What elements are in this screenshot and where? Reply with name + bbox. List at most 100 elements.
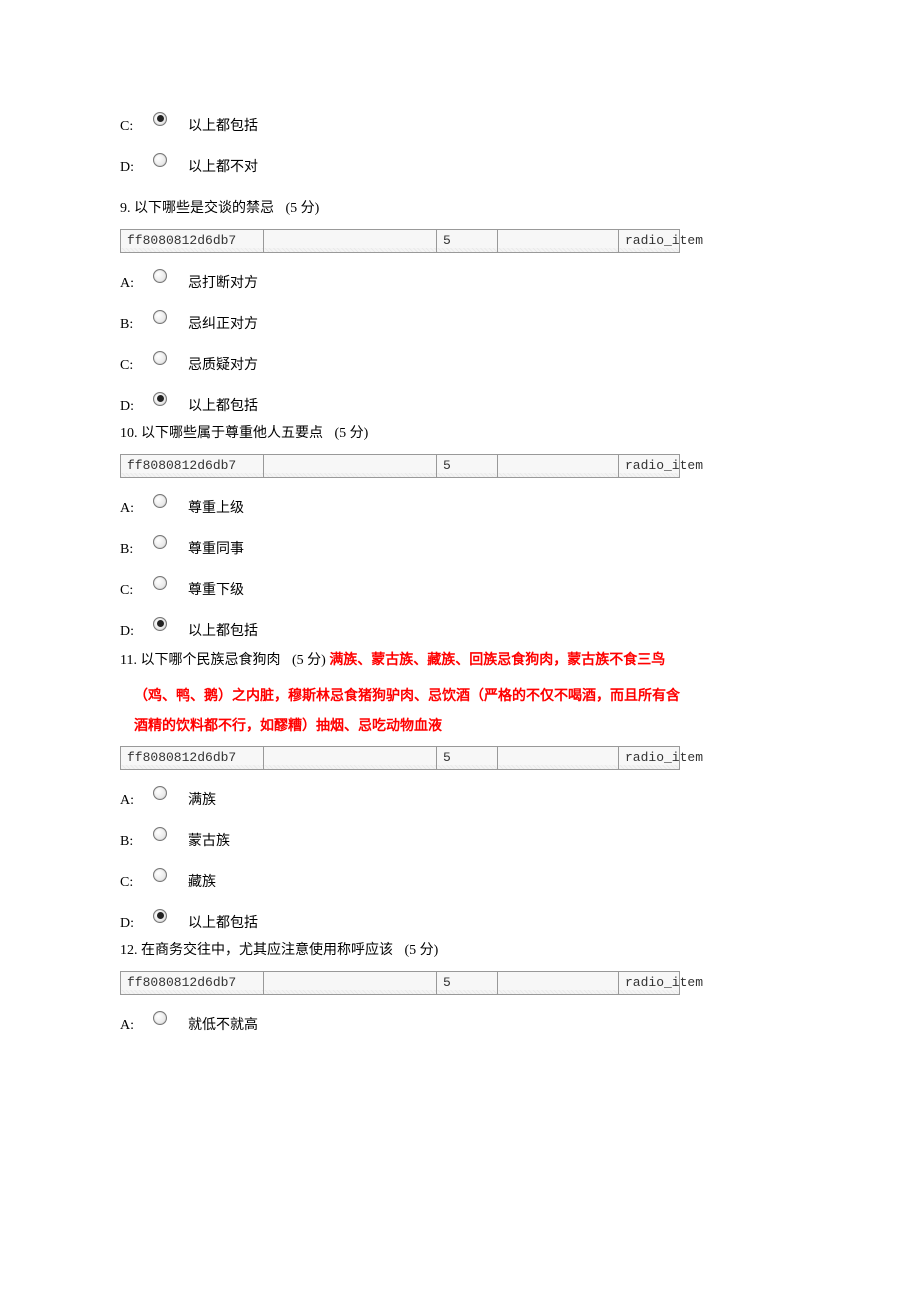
radio-wrap[interactable] — [144, 112, 176, 130]
question-head: 11. 以下哪个民族忌食狗肉 (5 分) 满族、蒙古族、藏族、回族忌食狗肉，蒙古… — [120, 648, 800, 674]
meta-blank[interactable] — [498, 455, 619, 478]
question-head: 10. 以下哪些属于尊重他人五要点 (5 分) — [120, 423, 800, 444]
meta-val[interactable]: 5 — [437, 455, 498, 478]
radio-wrap[interactable] — [144, 576, 176, 594]
radio-wrap[interactable] — [144, 494, 176, 512]
option-row: D: 以上都包括 — [120, 621, 800, 642]
meta-blank[interactable] — [498, 747, 619, 770]
option-label: C: — [120, 355, 144, 376]
option-text: 尊重上级 — [188, 498, 244, 519]
option-text: 以上都包括 — [188, 913, 258, 934]
question-text: 以下哪个民族忌食狗肉 — [140, 653, 280, 668]
radio-wrap[interactable] — [144, 827, 176, 845]
meta-val[interactable]: 5 — [437, 972, 498, 995]
option-label: D: — [120, 396, 144, 417]
question-number: 11. — [120, 653, 137, 668]
option-text: 以上都包括 — [188, 116, 258, 137]
meta-id[interactable]: ff8080812d6db7 — [121, 972, 264, 995]
option-text: 以上都包括 — [188, 396, 258, 417]
meta-type[interactable]: radio_item — [619, 455, 680, 478]
meta-blank[interactable] — [264, 230, 437, 253]
meta-blank[interactable] — [264, 455, 437, 478]
table-row: ff8080812d6db7 5 radio_item — [121, 747, 680, 770]
option-row: A:满族 — [120, 790, 800, 811]
meta-blank[interactable] — [264, 972, 437, 995]
meta-id[interactable]: ff8080812d6db7 — [121, 230, 264, 253]
option-text: 忌打断对方 — [188, 273, 258, 294]
option-label: D: — [120, 157, 144, 178]
question-points: (5 分) — [286, 201, 320, 216]
radio-wrap[interactable] — [144, 786, 176, 804]
meta-blank[interactable] — [498, 972, 619, 995]
meta-table: ff8080812d6db7 5 radio_item — [120, 746, 680, 770]
meta-val[interactable]: 5 — [437, 747, 498, 770]
radio-icon — [153, 112, 167, 126]
meta-type[interactable]: radio_item — [619, 230, 680, 253]
radio-icon — [153, 535, 167, 549]
radio-wrap[interactable] — [144, 392, 176, 410]
meta-id[interactable]: ff8080812d6db7 — [121, 455, 264, 478]
radio-wrap[interactable] — [144, 617, 176, 635]
option-label: A: — [120, 790, 144, 811]
meta-id[interactable]: ff8080812d6db7 — [121, 747, 264, 770]
radio-wrap[interactable] — [144, 909, 176, 927]
radio-icon — [153, 351, 167, 365]
radio-wrap[interactable] — [144, 351, 176, 369]
question-number: 9. — [120, 201, 131, 216]
option-row: C: 以上都包括 — [120, 116, 800, 137]
option-row: B:忌纠正对方 — [120, 314, 800, 335]
option-label: A: — [120, 273, 144, 294]
option-label: D: — [120, 621, 144, 642]
option-text: 尊重下级 — [188, 580, 244, 601]
radio-icon — [153, 310, 167, 324]
meta-blank[interactable] — [498, 230, 619, 253]
radio-icon — [153, 909, 167, 923]
option-label: A: — [120, 498, 144, 519]
option-text: 以上都包括 — [188, 621, 258, 642]
meta-blank[interactable] — [264, 747, 437, 770]
option-label: A: — [120, 1015, 144, 1036]
meta-type[interactable]: radio_item — [619, 747, 680, 770]
meta-val[interactable]: 5 — [437, 230, 498, 253]
radio-wrap[interactable] — [144, 1011, 176, 1029]
option-row: B:尊重同事 — [120, 539, 800, 560]
answer-annotation: 满族、蒙古族、藏族、回族忌食狗肉，蒙古族不食三鸟 — [329, 653, 665, 668]
option-label: B: — [120, 314, 144, 335]
radio-wrap[interactable] — [144, 868, 176, 886]
option-text: 蒙古族 — [188, 831, 230, 852]
option-label: C: — [120, 116, 144, 137]
meta-table: ff8080812d6db7 5 radio_item — [120, 229, 680, 253]
option-text: 尊重同事 — [188, 539, 244, 560]
question-text: 在商务交往中，尤其应注意使用称呼应该 — [141, 943, 393, 958]
option-row: D: 以上都包括 — [120, 913, 800, 934]
option-label: D: — [120, 913, 144, 934]
question-text: 以下哪些是交谈的禁忌 — [134, 201, 274, 216]
answer-annotation-line: （鸡、鸭、鹅）之内脏，穆斯林忌食猪狗驴肉、忌饮酒（严格的不仅不喝酒，而且所有含 — [120, 684, 800, 710]
option-row: A: 忌打断对方 — [120, 273, 800, 294]
table-row: ff8080812d6db7 5 radio_item — [121, 230, 680, 253]
meta-type[interactable]: radio_item — [619, 972, 680, 995]
radio-icon — [153, 269, 167, 283]
radio-wrap[interactable] — [144, 269, 176, 287]
radio-icon — [153, 617, 167, 631]
radio-wrap[interactable] — [144, 310, 176, 328]
meta-table: ff8080812d6db7 5 radio_item — [120, 971, 680, 995]
radio-icon — [153, 1011, 167, 1025]
option-text: 忌质疑对方 — [188, 355, 258, 376]
option-row: D: 以上都包括 — [120, 396, 800, 417]
question-head: 12. 在商务交往中，尤其应注意使用称呼应该 (5 分) — [120, 940, 800, 961]
meta-table: ff8080812d6db7 5 radio_item — [120, 454, 680, 478]
option-row: B:蒙古族 — [120, 831, 800, 852]
radio-icon — [153, 153, 167, 167]
option-text: 以上都不对 — [188, 157, 258, 178]
option-text: 就低不就高 — [188, 1015, 258, 1036]
question-text: 以下哪些属于尊重他人五要点 — [141, 426, 323, 441]
option-row: A: 尊重上级 — [120, 498, 800, 519]
radio-icon — [153, 868, 167, 882]
radio-wrap[interactable] — [144, 153, 176, 171]
radio-icon — [153, 494, 167, 508]
radio-icon — [153, 827, 167, 841]
radio-icon — [153, 786, 167, 800]
radio-wrap[interactable] — [144, 535, 176, 553]
table-row: ff8080812d6db7 5 radio_item — [121, 455, 680, 478]
